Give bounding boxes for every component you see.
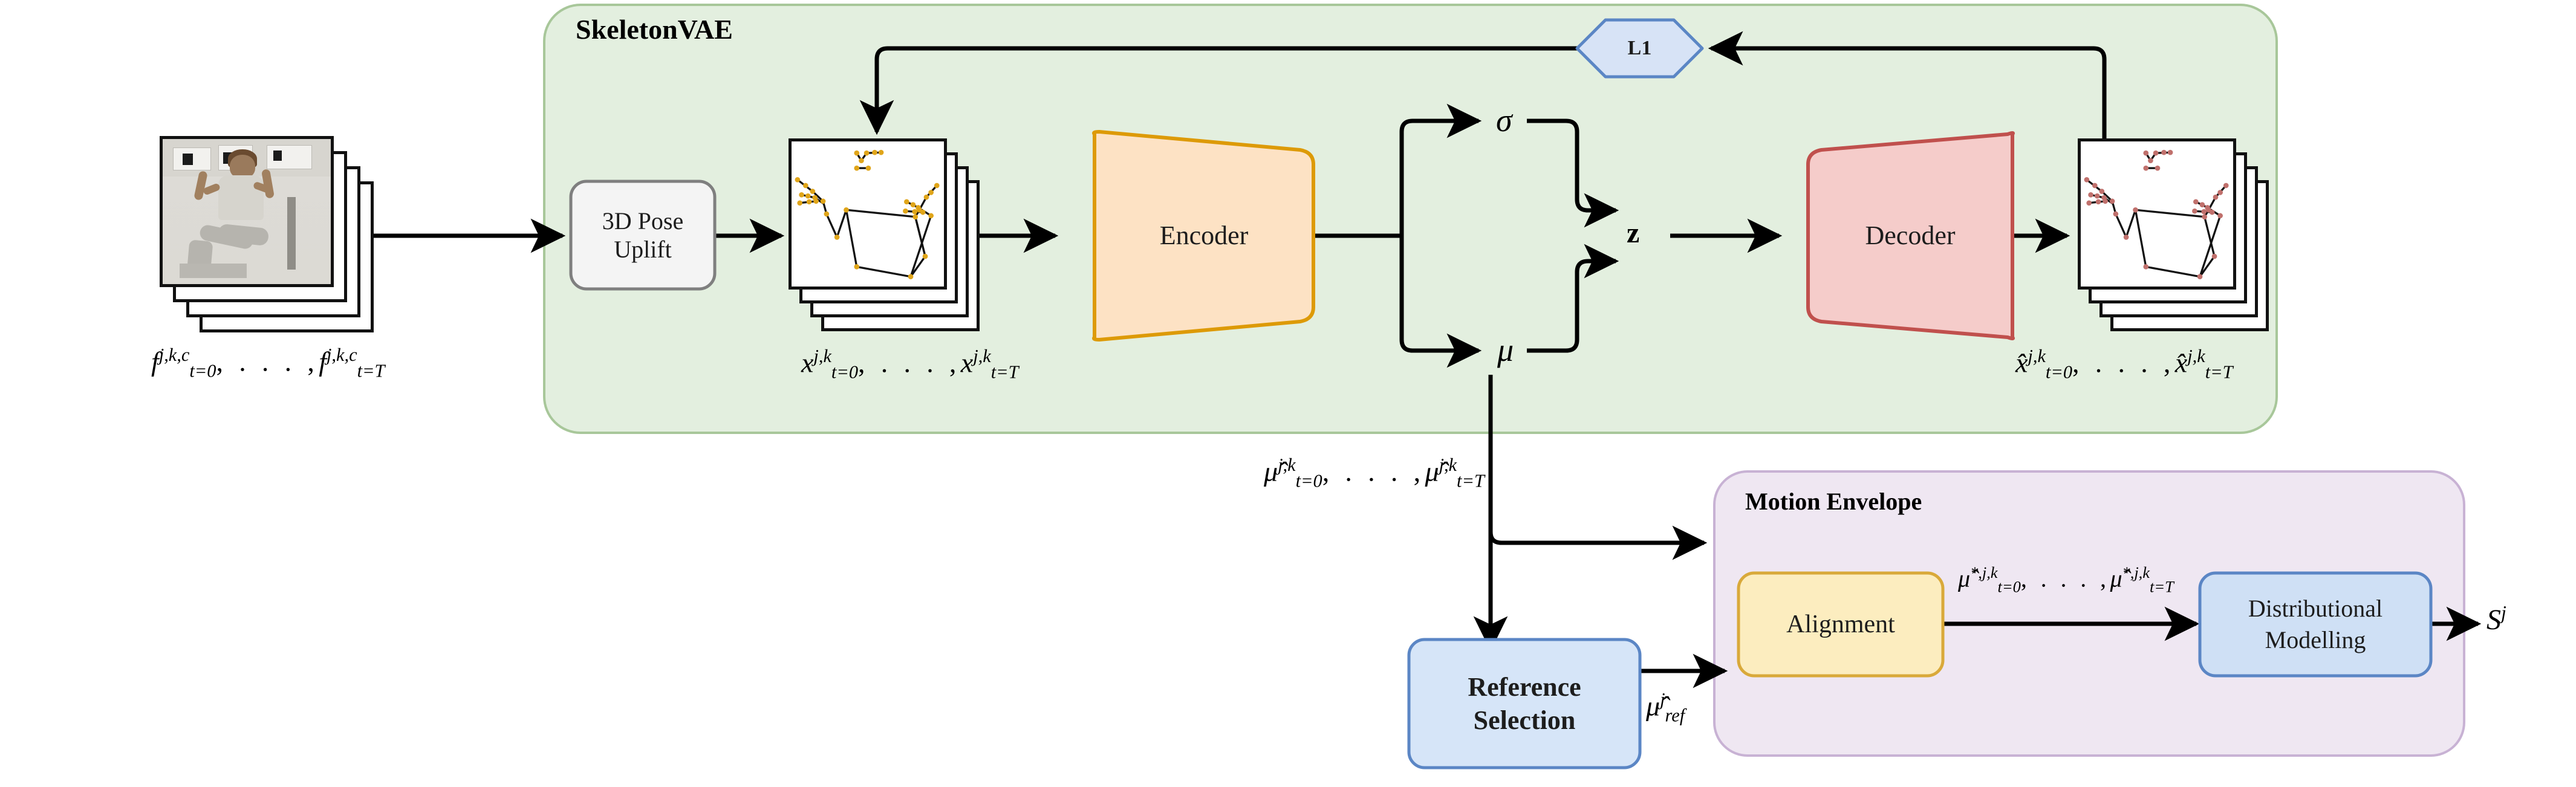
label-mu-sequence-sub1: t=0	[1295, 470, 1322, 491]
label-output-s-base: S	[2487, 604, 2501, 636]
label-skeleton-out: x̂j,kt=0, . . . ,x̂j,kt=T	[2015, 346, 2233, 383]
label-skeleton-in-sup1: j,k	[813, 346, 831, 366]
diagram-canvas: SkeletonVAE Motion Envelope 3D Pose Upli…	[0, 0, 2576, 787]
symbol-sigma: σ	[1496, 102, 1512, 138]
label-skeleton-out-sup1: j,k	[2028, 346, 2046, 366]
video-frame-front	[160, 136, 334, 287]
label-output-s: Sj	[2487, 602, 2506, 636]
label-input-frames-dots: , . . . ,	[216, 346, 319, 377]
label-mu-ref: μ̂jref	[1646, 689, 1685, 727]
node-encoder[interactable]	[1092, 130, 1315, 342]
label-input-frames-sup1: j,k,c	[158, 345, 190, 365]
label-input-frames-base2: f	[319, 346, 327, 377]
label-skeleton-out-base2: x̂	[2174, 347, 2188, 378]
skeleton-out-frame-front	[2078, 138, 2236, 290]
label-mu-sequence-dots: , . . . ,	[1322, 456, 1425, 487]
label-skeleton-in-base2: x	[960, 347, 974, 378]
node-pose-uplift[interactable]	[569, 180, 717, 291]
label-input-frames-sub2: t=T	[357, 360, 385, 381]
label-output-s-sup: j	[2501, 602, 2506, 623]
label-skeleton-in-sub1: t=0	[831, 361, 859, 383]
label-input-frames: fj,k,ct=0, . . . ,fj,k,ct=T	[151, 345, 385, 382]
label-mu-star-sup2: *,j,k	[2122, 563, 2150, 581]
label-mu-sequence-sup1: j,k	[1278, 455, 1296, 475]
label-mu-star-sub1: t=0	[1997, 577, 2021, 596]
node-l1[interactable]	[1575, 18, 1704, 79]
label-mu-ref-sup: j	[1660, 689, 1665, 710]
label-mu-sequence: μ̂j,kt=0, . . . ,μ̂j,kt=T	[1264, 455, 1485, 492]
label-skeleton-out-dots: , . . . ,	[2072, 347, 2175, 378]
node-decoder[interactable]	[1806, 131, 2015, 340]
node-distributional-modelling[interactable]	[2198, 571, 2433, 678]
label-skeleton-in-sup2: j,k	[973, 346, 991, 366]
label-input-frames-sup2: j,k,c	[327, 345, 357, 365]
label-mu-star-sup1: *,j,k	[1970, 563, 1998, 581]
label-skeleton-in-base1: x	[801, 347, 814, 378]
arrow-mu-to-envelope	[1488, 525, 1708, 560]
label-mu-sequence-base1: μ̂	[1264, 456, 1278, 487]
label-mu-star-dots: , . . . ,	[2020, 565, 2110, 592]
label-mu-star-sub2: t=T	[2149, 577, 2174, 596]
panel-title-skeletonvae: SkeletonVAE	[576, 14, 733, 45]
label-skeleton-out-sub1: t=0	[2045, 361, 2073, 383]
label-mu-ref-base: μ̂	[1646, 690, 1660, 722]
label-mu-sequence-sup2: j,k	[1439, 455, 1457, 475]
label-mu-sequence-sub2: t=T	[1457, 470, 1485, 491]
label-mu-star-sequence: μ̂*,j,kt=0, . . . ,μ̂*,j,kt=T	[1958, 563, 2174, 596]
symbol-mu: μ	[1497, 332, 1514, 368]
label-input-frames-base1: f	[151, 346, 159, 377]
label-input-frames-sub1: t=0	[189, 360, 216, 381]
node-reference-selection[interactable]	[1407, 638, 1642, 769]
skeleton-frame-front	[789, 138, 947, 290]
label-mu-star-base1: μ̂	[1958, 565, 1971, 592]
label-skeleton-out-sub2: t=T	[2205, 361, 2233, 383]
node-alignment[interactable]	[1737, 571, 1945, 678]
label-skeleton-in: xj,kt=0, . . . ,xj,kt=T	[801, 346, 1019, 383]
panel-title-motion-envelope: Motion Envelope	[1745, 488, 1922, 515]
label-skeleton-in-sub2: t=T	[990, 361, 1019, 383]
label-mu-ref-sub: ref	[1665, 705, 1685, 726]
symbol-z: z	[1627, 217, 1640, 249]
label-skeleton-out-base1: x̂	[2015, 347, 2028, 378]
label-mu-star-base2: μ̂	[2110, 565, 2122, 592]
label-skeleton-in-dots: , . . . ,	[858, 347, 961, 378]
label-mu-sequence-base2: μ̂	[1425, 456, 1439, 487]
label-skeleton-out-sup2: j,k	[2187, 346, 2205, 366]
connector-layer	[357, 4, 2482, 769]
